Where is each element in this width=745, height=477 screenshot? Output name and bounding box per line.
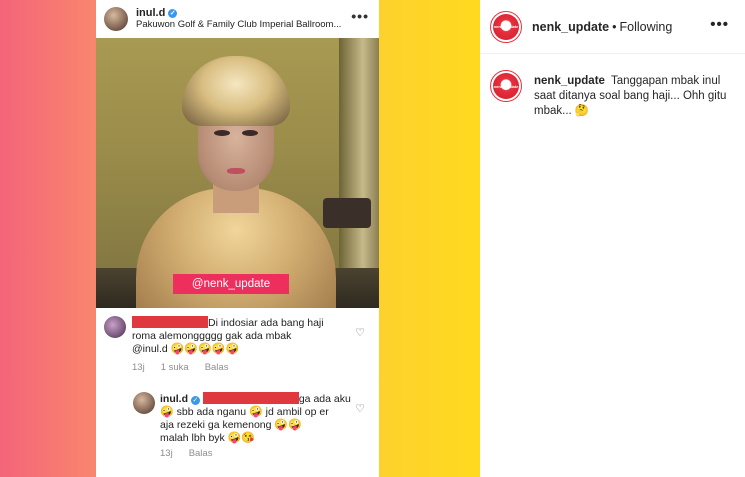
caption-username-link[interactable]: nenk_update [534,75,605,87]
profile-username-link[interactable]: nenk_update [532,20,609,34]
photo-headpiece [182,56,290,126]
profile-avatar[interactable]: nenk_update [490,10,522,43]
post-photo: @nenk_update [96,38,379,308]
screenshot-comment: Di indosiar ada bang haji roma alemonggg… [96,312,379,376]
screenshot-username: inul.d ✓ [136,7,178,20]
comment-time: 13j [160,448,173,459]
comment-reply: Balas [204,362,229,373]
verified-badge-icon: ✓ [190,396,200,405]
comment-time: 13j [132,362,145,373]
emoji-row: 🤪🤪🤪🤪🤪 [170,343,240,355]
caption-avatar[interactable]: nenk_update [490,70,522,102]
comment-reply: Balas [188,448,213,459]
heart-icon: ♡ [355,327,365,339]
screenshot-reply: inul.d ✓ ga ada aku 🤪 sbb ada nganu 🤪 jd… [96,388,379,468]
comment-likes: 1 suka [160,362,189,373]
post-header: nenk_update nenk_update • Following ••• [480,0,745,54]
verified-badge-icon: ✓ [168,9,178,19]
post-media-area: inul.d ✓ Pakuwon Golf & Family Club Impe… [0,0,480,477]
screenshot-location: Pakuwon Golf & Family Club Imperial Ball… [136,18,342,30]
redacted-username [132,316,208,328]
screenshot-phone: inul.d ✓ Pakuwon Golf & Family Club Impe… [96,0,379,477]
redacted-username [202,392,299,404]
commenter-avatar [104,316,126,338]
watermark-label: @nenk_update [173,274,289,294]
reply-avatar [133,392,155,414]
screenshot-user-avatar [104,7,128,31]
screenshot-post-header: inul.d ✓ Pakuwon Golf & Family Club Impe… [96,0,379,38]
heart-icon: ♡ [355,403,365,415]
following-button[interactable]: Following [620,20,673,34]
post-side-panel: nenk_update nenk_update • Following ••• ne… [480,0,745,477]
more-options-icon[interactable]: ••• [710,16,729,33]
screenshot-more-icon: ••• [351,8,369,24]
